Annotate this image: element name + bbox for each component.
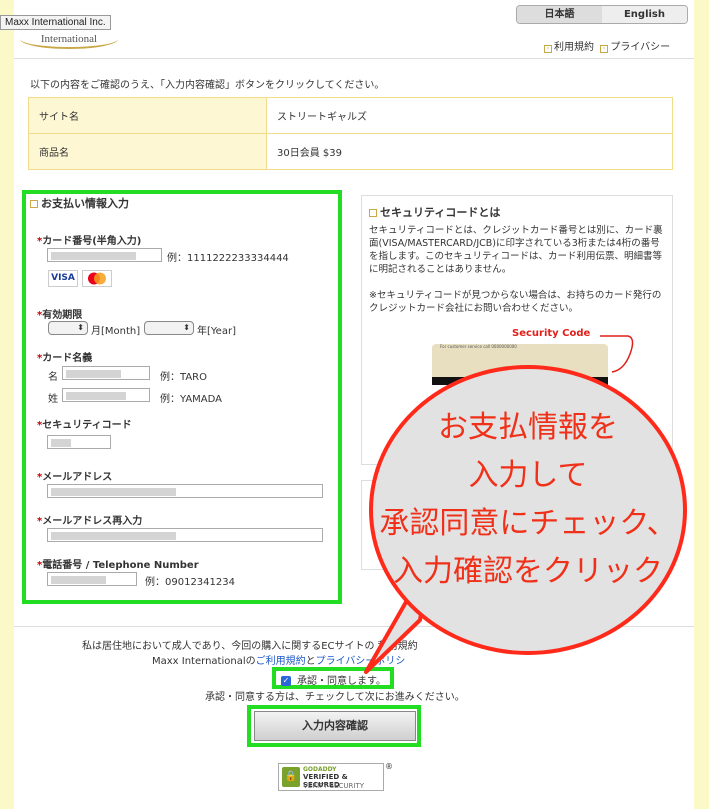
security-info-title: セキュリティコードとは xyxy=(369,204,500,220)
card-back-text: For customer service call 0000000000 xyxy=(440,344,517,349)
lang-english-button[interactable]: English xyxy=(602,6,687,23)
first-name-example: 例：TARO xyxy=(160,372,207,383)
payment-section-title: お支払い情報入力 xyxy=(30,195,129,211)
intro-text: 以下の内容をご確認のうえ、「入力内容確認」ボタンをクリックしてください。 xyxy=(30,80,385,91)
security-code-callout: Security Code xyxy=(512,328,591,339)
language-switch: 日本語 English xyxy=(516,5,688,24)
first-name-input[interactable] xyxy=(62,366,150,380)
terms-of-use-link[interactable]: ご利用規約 xyxy=(256,656,306,667)
seal-brand: GODADDY xyxy=(303,766,337,773)
annotation-line3: 承認同意にチェック、 xyxy=(379,506,677,541)
lang-japanese-button[interactable]: 日本語 xyxy=(517,6,602,23)
email-label: *メールアドレス xyxy=(37,472,113,483)
arrow-icon: › xyxy=(544,45,552,53)
logo-tooltip: Maxx International Inc. xyxy=(0,15,111,30)
site-name-value: ストリートギャルズ xyxy=(266,97,673,134)
security-info-note: ※セキュリティコードが見つからない場合は、お持ちのカード発行のクレジットカード会… xyxy=(369,290,662,314)
visa-logo: VISA xyxy=(48,270,78,287)
last-name-prefix: 姓 xyxy=(48,394,58,405)
expiry-year-select[interactable]: ⬍ xyxy=(144,321,194,335)
phone-input[interactable] xyxy=(47,572,137,586)
annotation-line1: お支払情報を xyxy=(438,410,618,445)
top-links: › 利用規約 › プライバシー xyxy=(544,38,670,53)
email-confirm-label: *メールアドレス再入力 xyxy=(37,516,143,527)
lock-icon: 🔒 xyxy=(282,767,300,787)
section-icon xyxy=(30,200,38,208)
table-row: サイト名 ストリートギャルズ xyxy=(28,97,673,134)
security-code-input[interactable] xyxy=(47,435,111,449)
expiry-month-select[interactable]: ⬍ xyxy=(48,321,88,335)
divider xyxy=(14,58,694,59)
annotation-line2: 入力して xyxy=(468,458,588,493)
section-icon xyxy=(369,209,377,217)
terms-link[interactable]: 利用規約 xyxy=(554,42,594,53)
year-suffix: 年[Year] xyxy=(197,326,236,337)
product-name-label: 商品名 xyxy=(28,133,267,170)
privacy-link[interactable]: プライバシー xyxy=(610,42,670,53)
registered-mark: ® xyxy=(385,762,393,771)
site-name-label: サイト名 xyxy=(28,97,267,134)
last-name-example: 例：YAMADA xyxy=(160,394,223,405)
agree-checkbox[interactable]: ✓ xyxy=(281,676,291,686)
confirm-input-button[interactable]: 入力内容確認 xyxy=(254,711,416,741)
email-confirm-input[interactable] xyxy=(47,528,323,542)
table-row: 商品名 30日会員 $39 xyxy=(28,133,673,170)
card-number-label: *カード番号(半角入力) xyxy=(37,236,142,247)
email-input[interactable] xyxy=(47,484,323,498)
last-name-input[interactable] xyxy=(62,388,150,402)
order-summary-table: サイト名 ストリートギャルズ 商品名 30日会員 $39 xyxy=(28,97,673,170)
month-suffix: 月[Month] xyxy=(91,326,141,337)
seal-line2: VERIFY SECURITY xyxy=(303,782,365,790)
mastercard-icon xyxy=(88,272,106,285)
first-name-prefix: 名 xyxy=(48,372,58,383)
card-number-input[interactable] xyxy=(47,248,162,262)
card-number-example: 例：1111222233334444 xyxy=(167,253,289,264)
security-code-label: *セキュリティコード xyxy=(37,420,132,431)
arrow-icon: › xyxy=(600,45,609,53)
phone-example: 例：09012341234 xyxy=(145,577,235,588)
agree-note: 承認・同意する方は、チェックして次にお進みください。 xyxy=(205,692,465,703)
expiry-label: *有効期限 xyxy=(37,310,83,321)
phone-label: *電話番号 / Telephone Number xyxy=(37,560,199,571)
security-info-body: セキュリティコードとは、クレジットカード番号とは別に、カード裏面(VISA/MA… xyxy=(369,224,665,315)
mastercard-logo xyxy=(82,270,112,287)
security-info-description: セキュリティコードとは、クレジットカード番号とは別に、カード裏面(VISA/MA… xyxy=(369,225,663,275)
logo[interactable]: International Maxx International Inc. xyxy=(0,6,122,49)
card-holder-label: *カード名義 xyxy=(37,353,93,364)
annotation-line4: 入力確認をクリック xyxy=(393,554,663,589)
logo-text: International xyxy=(20,29,118,49)
security-seal[interactable]: 🔒 GODADDY VERIFIED & SECURED VERIFY SECU… xyxy=(278,763,384,791)
product-name-value: 30日会員 $39 xyxy=(266,133,673,170)
